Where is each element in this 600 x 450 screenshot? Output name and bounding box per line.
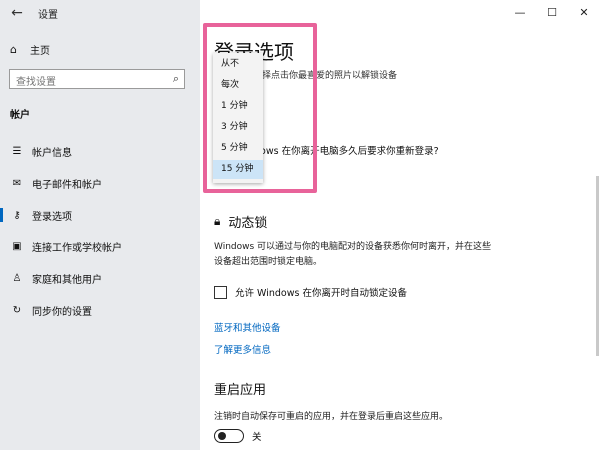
dynamic-lock-icon: 🔒︎	[214, 214, 221, 228]
sidebar-item-email-accounts[interactable]: ✉ 电子邮件和帐户	[0, 169, 200, 197]
maximize-button[interactable]: ☐	[536, 0, 568, 26]
restart-apps-title: 重启应用	[214, 383, 267, 398]
section-title: 帐户	[10, 110, 30, 121]
minimize-button[interactable]: —	[504, 0, 536, 26]
key-icon: ⚷	[13, 209, 21, 221]
bluetooth-devices-link[interactable]: 蓝牙和其他设备	[214, 320, 281, 334]
sidebar-item-work-school[interactable]: ▣ 连接工作或学校帐户	[0, 232, 200, 260]
home-link[interactable]: ⌂ 主页	[10, 42, 50, 57]
dropdown-option-15-min[interactable]: 15 分钟	[213, 160, 263, 179]
sidebar-item-label: 帐户信息	[32, 147, 72, 159]
close-button[interactable]: ✕	[568, 0, 600, 26]
dropdown-option-1-min[interactable]: 1 分钟	[213, 97, 263, 116]
learn-more-link[interactable]: 了解更多信息	[214, 342, 271, 356]
dropdown-option-3-min[interactable]: 3 分钟	[213, 118, 263, 137]
search-box[interactable]: ⌕	[9, 69, 185, 92]
toggle-knob	[218, 432, 226, 440]
timeout-dropdown-list[interactable]: 从不 每次 1 分钟 3 分钟 5 分钟 15 分钟	[213, 53, 263, 183]
sidebar-item-account-info[interactable]: ☰ 帐户信息	[0, 137, 200, 165]
sidebar-item-label: 登录选项	[32, 211, 72, 223]
restart-apps-toggle[interactable]	[214, 429, 244, 443]
sidebar-item-label: 电子邮件和帐户	[32, 179, 102, 191]
dynamic-lock-heading: 🔒︎ 动态锁	[214, 212, 267, 231]
mail-icon: ✉	[12, 177, 22, 189]
home-label: 主页	[30, 46, 50, 57]
scrollbar[interactable]	[596, 176, 599, 356]
person-card-icon: ☰	[12, 145, 22, 157]
sidebar-item-sync-settings[interactable]: ↻ 同步你的设置	[0, 296, 200, 324]
restart-apps-toggle-row[interactable]: 关	[214, 429, 262, 443]
back-arrow-icon[interactable]: ←	[8, 4, 26, 22]
dynamic-lock-desc: Windows 可以通过与你的电脑配对的设备获悉你何时离开，并在这些设备超出范围…	[214, 242, 492, 267]
sidebar-item-sign-in-options[interactable]: ⚷ 登录选项	[0, 201, 200, 229]
dynamic-lock-checkbox-row[interactable]: 允许 Windows 在你离开时自动锁定设备	[214, 285, 407, 299]
dropdown-option-5-min[interactable]: 5 分钟	[213, 139, 263, 158]
restart-apps-desc: 注销时自动保存可重启的应用，并在登录后重启这些应用。	[214, 412, 449, 422]
search-input[interactable]	[10, 73, 172, 92]
dropdown-option-every-time[interactable]: 每次	[213, 76, 263, 95]
dropdown-option-never[interactable]: 从不	[213, 55, 263, 74]
dynamic-lock-title: 动态锁	[228, 216, 268, 231]
sidebar-item-label: 家庭和其他用户	[32, 274, 102, 286]
restart-apps-toggle-label: 关	[252, 432, 262, 443]
window-controls: — ☐ ✕	[504, 0, 600, 26]
sync-icon: ↻	[12, 304, 22, 316]
dynamic-lock-checkbox-label[interactable]: 允许 Windows 在你离开时自动锁定设备	[235, 285, 407, 299]
title-bar-left	[0, 0, 200, 26]
home-icon: ⌂	[10, 43, 17, 56]
sidebar-item-family-users[interactable]: ♙ 家庭和其他用户	[0, 264, 200, 292]
app-title: 设置	[38, 10, 58, 21]
search-icon[interactable]: ⌕	[173, 72, 179, 86]
person-add-icon: ♙	[12, 272, 22, 284]
briefcase-icon: ▣	[12, 240, 22, 252]
sidebar-item-label: 同步你的设置	[32, 306, 92, 318]
sidebar-item-label: 连接工作或学校帐户	[32, 242, 122, 254]
sidebar: ⌂ 主页 ⌕ 帐户 ☰ 帐户信息 ✉ 电子邮件和帐户 ⚷ 登录选项 ▣ 连接工作…	[0, 26, 200, 450]
settings-window: ← 设置 — ☐ ✕ ⌂ 主页 ⌕ 帐户 ☰ 帐户信息 ✉ 电子邮件和帐户 ⚷ …	[0, 0, 600, 450]
dynamic-lock-checkbox[interactable]	[214, 285, 227, 299]
